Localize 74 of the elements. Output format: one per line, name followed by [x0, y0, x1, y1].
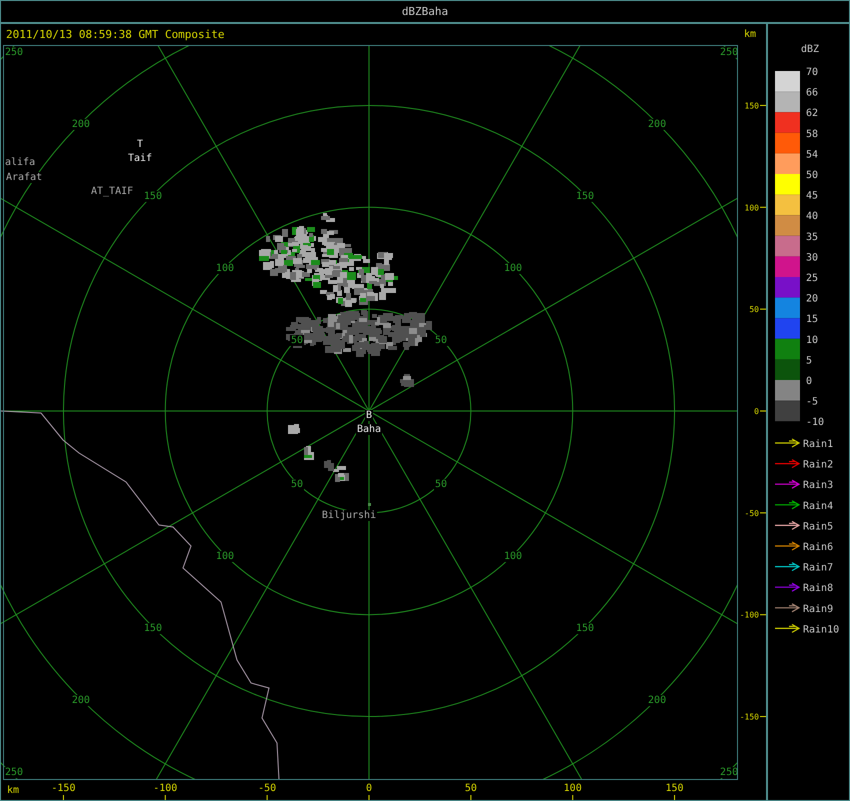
range-ring-label: 250 [4, 46, 24, 58]
axis-unit: km [744, 29, 756, 40]
axis-tick-label: -150 [740, 712, 759, 722]
axis-tick-label: 100 [564, 783, 582, 794]
scale-level-label: 40 [806, 211, 818, 222]
axis-tick-label: -100 [740, 610, 759, 620]
scale-level-label: 35 [806, 232, 818, 243]
axis-tick-label: 50 [749, 305, 759, 314]
place-label: Taif [126, 153, 154, 164]
range-ring-label: 50 [290, 479, 304, 490]
range-ring-label: 200 [647, 695, 668, 706]
series-label: Rain8 [803, 583, 834, 594]
place-label: Baha [356, 424, 382, 435]
axis-tick-label: 50 [464, 783, 477, 794]
scale-level-label: 5 [806, 355, 812, 366]
site-marker: B [364, 410, 374, 421]
axis-tick-label: 0 [754, 407, 759, 416]
axis-tick-label: -50 [744, 508, 759, 518]
scale-level-label: 45 [806, 190, 818, 202]
scale-level-label: 20 [806, 294, 818, 305]
range-ring-label: 150 [575, 190, 596, 202]
legend-title: dBZ [800, 44, 820, 55]
range-ring-label: 150 [575, 623, 596, 634]
range-ring-label: 250 [719, 767, 740, 778]
timestamp: 2011/10/13 08:59:38 GMT Composite [6, 28, 225, 41]
range-ring-label: 150 [142, 190, 163, 202]
range-ring-label: 200 [70, 695, 91, 706]
series-label: Rain4 [803, 500, 834, 512]
place-label: Biljurshi [320, 510, 378, 521]
series-label: Rain5 [803, 521, 834, 532]
scale-level-label: -5 [806, 396, 818, 408]
axis-tick-label: 150 [666, 783, 684, 794]
scale-level-label: 50 [806, 170, 818, 181]
scale-level-label: 58 [806, 128, 818, 140]
scale-level-label: 15 [806, 314, 818, 326]
window-title: dBZBaha [402, 5, 448, 18]
scale-level-label: 66 [806, 88, 818, 99]
series-label: Rain1 [803, 439, 834, 450]
scale-level-label: 10 [806, 334, 818, 346]
place-label: alifa [4, 157, 36, 168]
scale-level-label: 62 [806, 108, 818, 120]
range-ring-label: 50 [434, 334, 448, 346]
range-ring-label: 250 [4, 767, 24, 778]
range-ring-label: 200 [70, 118, 91, 130]
axis-tick-label: 0 [366, 783, 372, 794]
site-marker: T [136, 139, 144, 150]
axis-tick-label: -50 [258, 783, 276, 794]
series-label: Rain3 [803, 480, 834, 492]
range-ring-label: 100 [503, 262, 524, 274]
axis-tick-label: -100 [153, 783, 178, 794]
axis-unit: km [7, 785, 20, 796]
range-ring-label: 100 [214, 551, 235, 562]
scale-level-label: 54 [806, 149, 818, 160]
range-ring-label: 100 [503, 551, 524, 562]
range-ring-label: 250 [719, 46, 740, 58]
scale-level-label: 70 [806, 67, 818, 78]
series-label: Rain6 [803, 542, 834, 553]
range-ring-label: 100 [214, 262, 235, 274]
series-label: Rain9 [803, 604, 834, 615]
series-label: Rain10 [803, 624, 840, 636]
series-label: Rain7 [803, 562, 834, 574]
range-ring-label: 150 [142, 623, 163, 634]
scale-level-label: 30 [806, 252, 818, 264]
axis-tick-label: -150 [51, 783, 76, 794]
range-ring-label: 50 [434, 479, 448, 490]
series-label: Rain2 [803, 460, 834, 471]
place-label: AT_TAIF [90, 186, 134, 197]
place-label: Arafat [5, 172, 44, 183]
scale-level-label: 25 [806, 273, 818, 284]
scale-level-label: -10 [806, 417, 824, 428]
axis-tick-label: 100 [744, 203, 759, 212]
scale-level-label: 0 [806, 376, 812, 387]
axis-tick-label: 150 [744, 101, 759, 110]
range-ring-label: 200 [647, 118, 668, 130]
